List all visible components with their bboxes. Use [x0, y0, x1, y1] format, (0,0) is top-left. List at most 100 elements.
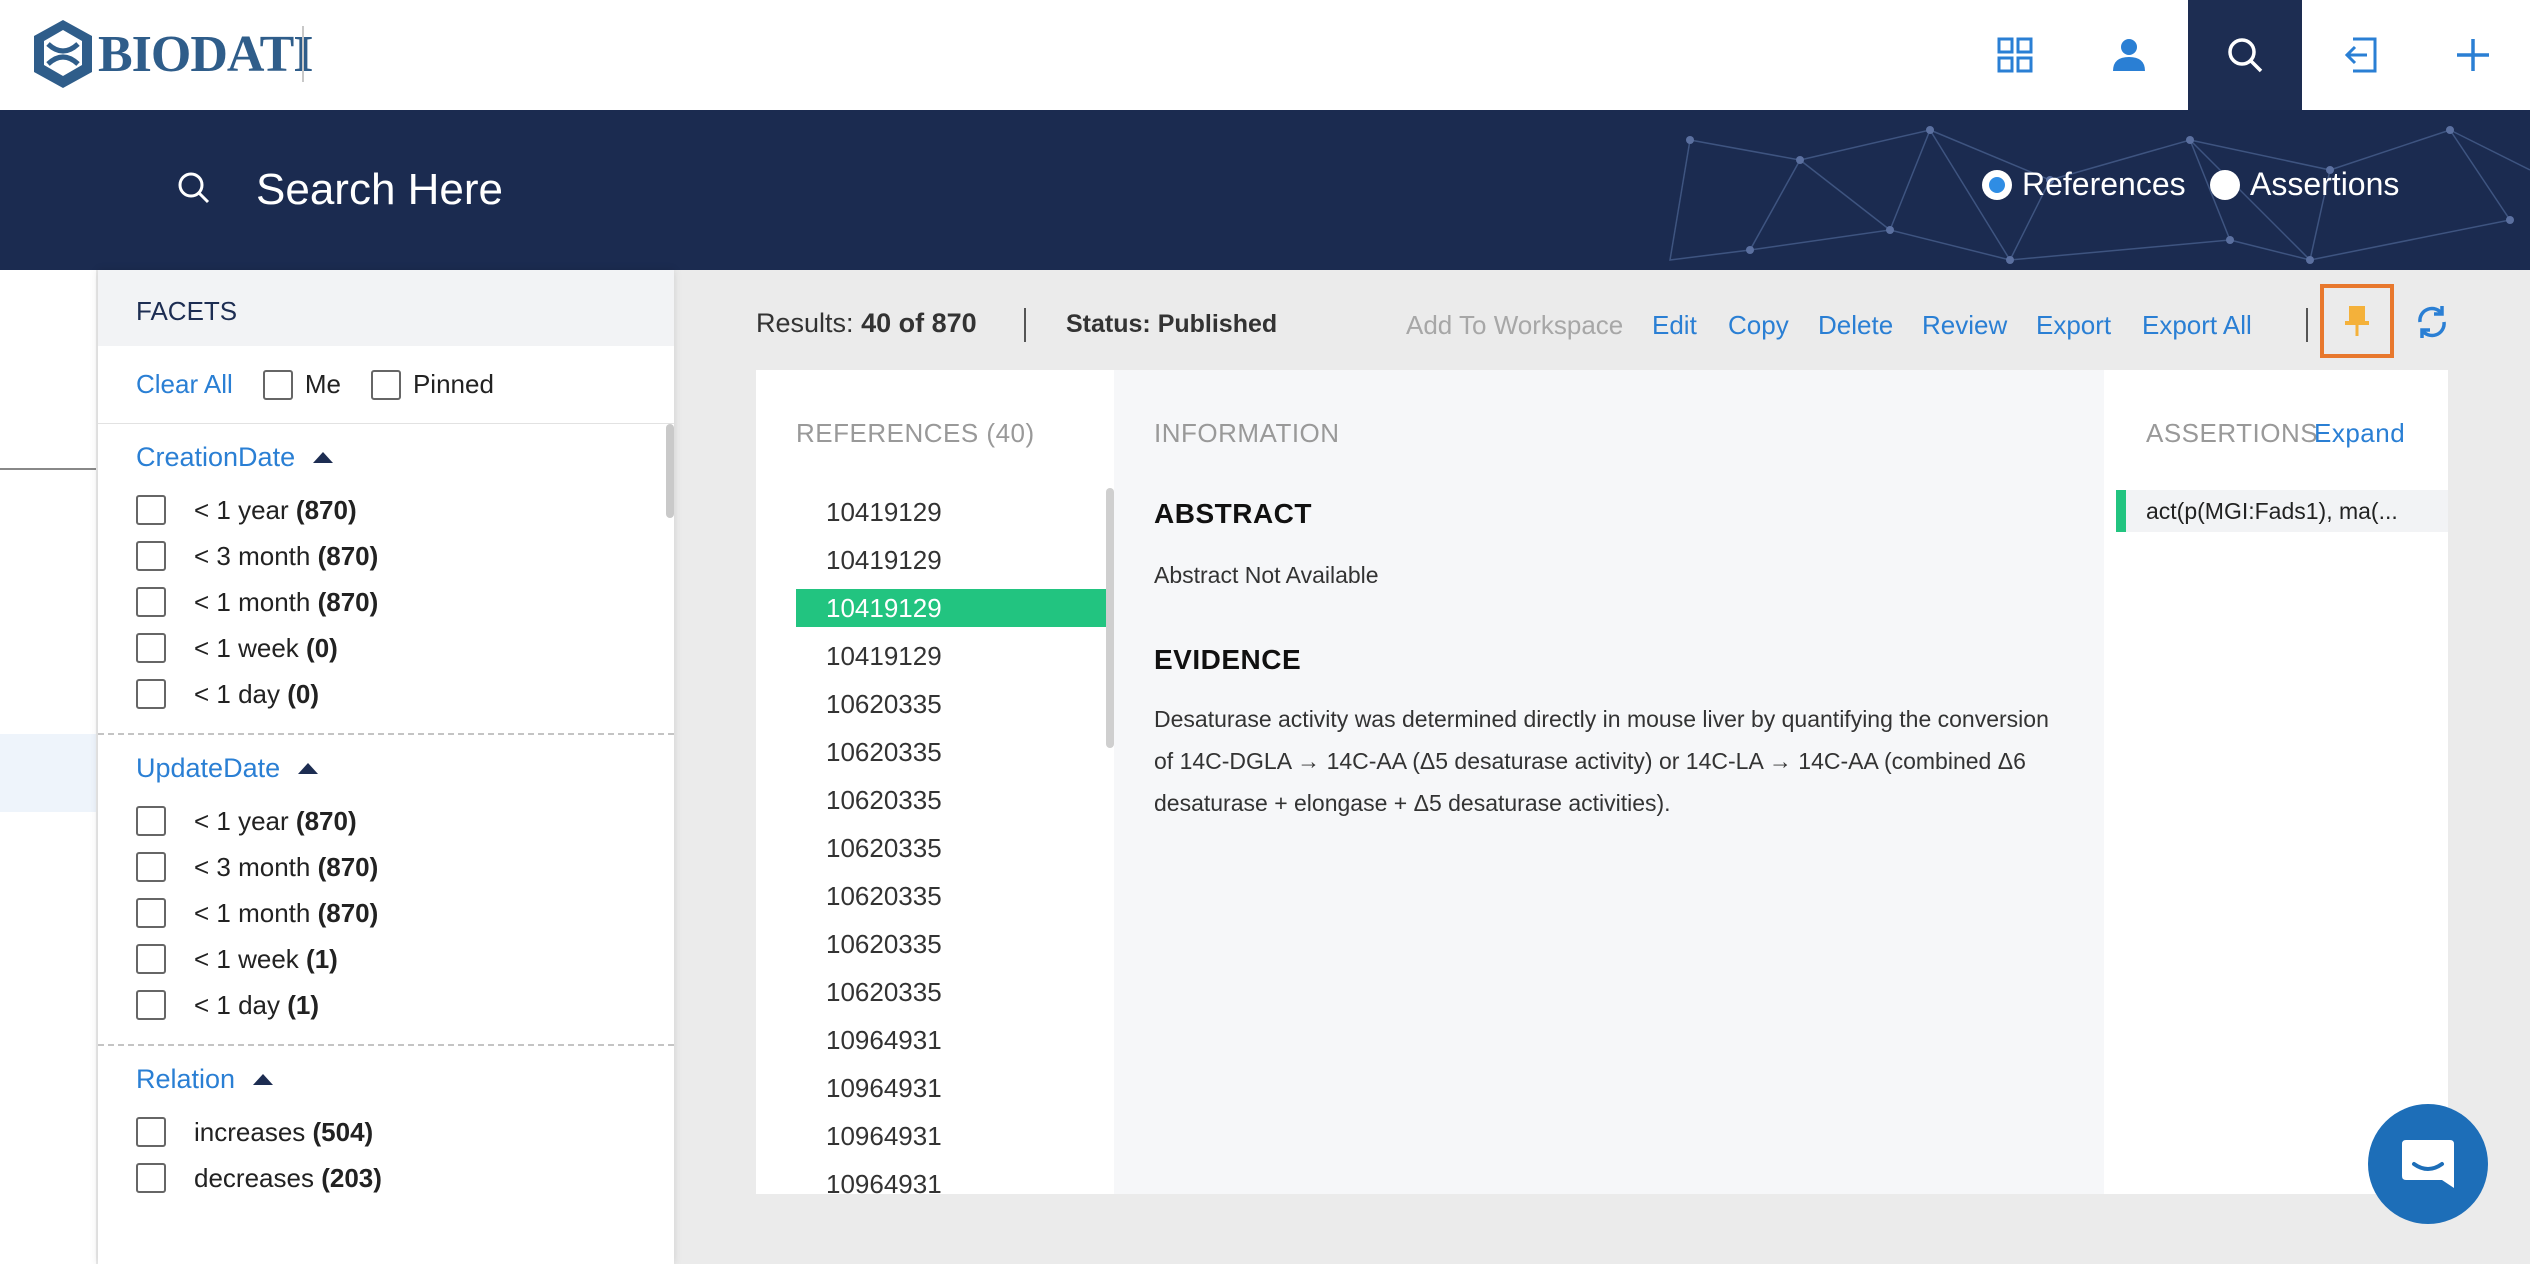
refresh-icon[interactable] — [2412, 302, 2452, 342]
copy-button[interactable]: Copy — [1728, 310, 1789, 341]
caret-up-icon[interactable] — [253, 1074, 274, 1085]
edit-button[interactable]: Edit — [1652, 310, 1697, 341]
assertion-item[interactable]: act(p(MGI:Fads1), ma(... — [2116, 490, 2448, 532]
add-to-workspace-button[interactable]: Add To Workspace — [1406, 310, 1623, 341]
abstract-title: ABSTRACT — [1154, 498, 1312, 529]
facet-checkbox[interactable] — [136, 898, 166, 928]
chat-launcher-button[interactable] — [2368, 1104, 2488, 1224]
results-value: 40 of 870 — [861, 308, 977, 338]
facet-option[interactable]: < 1 week (0) — [136, 625, 636, 671]
apps-grid-button[interactable] — [1958, 0, 2072, 110]
facets-scrollbar[interactable] — [666, 424, 674, 1264]
toolbar-divider — [1024, 308, 1026, 342]
facet-checkbox[interactable] — [136, 806, 166, 836]
add-button[interactable] — [2416, 0, 2530, 110]
chat-icon — [2402, 1140, 2454, 1188]
caret-up-icon[interactable] — [313, 452, 334, 463]
clear-all-link[interactable]: Clear All — [136, 369, 233, 400]
facet-option[interactable]: < 3 month (870) — [136, 533, 636, 579]
facet-option[interactable]: < 1 year (870) — [136, 487, 636, 533]
facet-option-count: (870) — [295, 494, 357, 525]
facet-checkbox[interactable] — [136, 1163, 166, 1193]
facet-checkbox[interactable] — [136, 541, 166, 571]
facet-option[interactable]: < 1 day (1) — [136, 982, 636, 1028]
reference-item[interactable]: 10620335 — [796, 824, 1112, 872]
pinned-label: Pinned — [412, 369, 494, 399]
pinned-checkbox[interactable] — [370, 369, 401, 400]
user-button[interactable] — [2072, 0, 2186, 110]
facet-option[interactable]: < 3 month (870) — [136, 844, 636, 890]
plus-icon — [2457, 39, 2489, 71]
reference-item[interactable]: 10620335 — [796, 872, 1112, 920]
evidence-title: EVIDENCE — [1154, 644, 1302, 675]
search-input[interactable] — [256, 154, 1756, 226]
biodati-logo-icon — [34, 20, 92, 88]
logout-button[interactable] — [2302, 0, 2416, 110]
facet-checkbox[interactable] — [136, 495, 166, 525]
reference-item[interactable]: 10964931 — [796, 1160, 1112, 1194]
facet-checkbox[interactable] — [136, 852, 166, 882]
reference-item[interactable]: 10620335 — [796, 776, 1112, 824]
me-filter[interactable]: Me — [262, 369, 341, 400]
facet-title-updatedate[interactable]: UpdateDate — [136, 753, 636, 784]
reference-item[interactable]: 10964931 — [796, 1016, 1112, 1064]
facet-checkbox[interactable] — [136, 1117, 166, 1147]
references-list[interactable]: 10419129 10419129 10419129 10419129 1062… — [796, 488, 1112, 1194]
facet-option-label: < 1 day — [194, 678, 281, 709]
facet-option[interactable]: < 1 month (870) — [136, 890, 636, 936]
reference-item[interactable]: 10419129 — [796, 632, 1112, 680]
facet-option-label: < 1 day — [194, 989, 281, 1020]
facet-option-count: (870) — [317, 540, 379, 571]
facet-option-label: < 3 month — [194, 540, 311, 571]
caret-up-icon[interactable] — [298, 763, 319, 774]
facet-checkbox[interactable] — [136, 633, 166, 663]
brand-logo[interactable]: BIODATI — [30, 18, 314, 90]
assertions-radio[interactable]: Assertions — [2210, 166, 2399, 203]
facet-title-creationdate[interactable]: CreationDate — [136, 442, 636, 473]
facet-option[interactable]: decreases (203) — [136, 1155, 636, 1201]
delete-button[interactable]: Delete — [1818, 310, 1893, 341]
facet-option[interactable]: < 1 year (870) — [136, 798, 636, 844]
assertions-column: ASSERTIONS Expand act(p(MGI:Fads1), ma(.… — [2104, 370, 2448, 1194]
export-all-button[interactable]: Export All — [2142, 310, 2252, 341]
facet-option[interactable]: < 1 day (0) — [136, 671, 636, 717]
reference-item[interactable]: 10620335 — [796, 968, 1112, 1016]
search-nav-button[interactable] — [2188, 0, 2302, 110]
pinned-filter[interactable]: Pinned — [370, 369, 494, 400]
results-toolbar: Results: 40 of 870 Status: Published Add… — [756, 284, 2446, 358]
status-indicator: Status: Published — [1066, 310, 1277, 339]
sign-out-icon — [2344, 37, 2377, 73]
search-field-icon — [178, 172, 210, 204]
me-checkbox[interactable] — [262, 369, 293, 400]
scrollbar-thumb[interactable] — [666, 424, 674, 518]
evidence-text: Desaturase activity was determined direc… — [1154, 706, 2049, 816]
facet-section-updatedate: UpdateDate < 1 year (870) < 3 month (870… — [98, 735, 674, 1046]
facet-checkbox[interactable] — [136, 587, 166, 617]
facets-list[interactable]: CreationDate < 1 year (870) < 3 month (8… — [98, 424, 674, 1264]
reference-item[interactable]: 10964931 — [796, 1112, 1112, 1160]
facet-checkbox[interactable] — [136, 679, 166, 709]
reference-item[interactable]: 10419129 — [796, 536, 1112, 584]
sidebar-highlight — [0, 734, 96, 812]
facet-title-relation[interactable]: Relation — [136, 1064, 636, 1095]
facet-option[interactable]: < 1 week (1) — [136, 936, 636, 982]
pin-button[interactable] — [2320, 284, 2394, 358]
results-panel: REFERENCES (40) 10419129 10419129 104191… — [756, 370, 2448, 1194]
facets-toolbar: Clear All Me Pinned — [98, 346, 674, 424]
facet-option-label: < 1 year — [194, 494, 289, 525]
reference-item-selected[interactable]: 10419129 — [796, 589, 1112, 627]
reference-item[interactable]: 10620335 — [796, 680, 1112, 728]
expand-link[interactable]: Expand — [2314, 418, 2405, 449]
facet-option[interactable]: increases (504) — [136, 1109, 636, 1155]
reference-item[interactable]: 10620335 — [796, 920, 1112, 968]
reference-item[interactable]: 10964931 — [796, 1064, 1112, 1112]
export-button[interactable]: Export — [2036, 310, 2111, 341]
reference-item[interactable]: 10419129 — [796, 488, 1112, 536]
facet-checkbox[interactable] — [136, 944, 166, 974]
facet-option[interactable]: < 1 month (870) — [136, 579, 636, 625]
facet-checkbox[interactable] — [136, 990, 166, 1020]
reference-item[interactable]: 10620335 — [796, 728, 1112, 776]
references-scrollbar[interactable] — [1106, 488, 1114, 748]
references-radio[interactable]: References — [1982, 166, 2186, 203]
review-button[interactable]: Review — [1922, 310, 2007, 341]
